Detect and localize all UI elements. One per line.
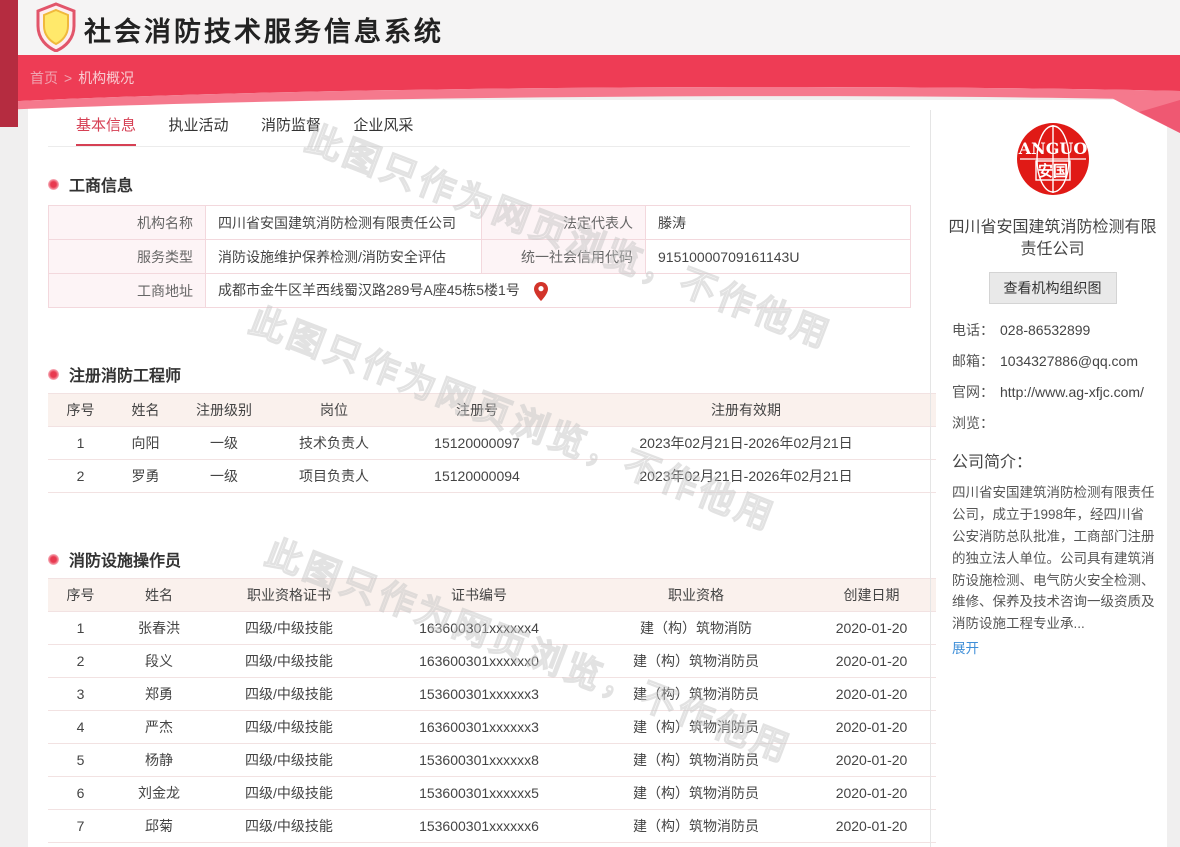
views-value [1000, 413, 1160, 434]
red-dot-icon [48, 369, 59, 380]
svg-text:ANGUO: ANGUO [1017, 139, 1087, 158]
breadcrumb-home-link[interactable]: 首页 [30, 70, 58, 86]
table-header-row: 序号 姓名 职业资格证书 证书编号 职业资格 创建日期 [48, 579, 936, 612]
table-row: 4严杰四级/中级技能163600301xxxxxx3建（构）筑物消防员2020-… [48, 711, 936, 744]
tab-bar: 基本信息 执业活动 消防监督 企业风采 [48, 114, 910, 147]
table-row: 工商地址 成都市金牛区羊西线蜀汉路289号A座45栋5楼1号 [49, 274, 911, 308]
view-org-chart-button[interactable]: 查看机构组织图 [989, 272, 1117, 304]
table-row: 2 罗勇 一级 项目负责人 15120000094 2023年02月21日-20… [48, 460, 936, 493]
email-label: 邮箱： [952, 351, 1000, 372]
table-row: 6刘金龙四级/中级技能153600301xxxxxx5建（构）筑物消防员2020… [48, 777, 936, 810]
org-name-value: 四川省安国建筑消防检测有限责任公司 [206, 206, 482, 240]
credit-code-label: 统一社会信用代码 [482, 240, 646, 274]
red-dot-icon [48, 554, 59, 565]
email-row: 邮箱： 1034327886@qq.com [952, 351, 1165, 372]
views-label: 浏览： [952, 413, 1000, 434]
service-type-value: 消防设施维护保养检测/消防安全评估 [206, 240, 482, 274]
tab-basic-info[interactable]: 基本信息 [76, 114, 136, 146]
table-row: 7邱菊四级/中级技能153600301xxxxxx6建（构）筑物消防员2020-… [48, 810, 936, 843]
table-row: 2段义四级/中级技能163600301xxxxxx0建（构）筑物消防员2020-… [48, 645, 936, 678]
section-title-engineers: 注册消防工程师 [48, 362, 181, 386]
breadcrumb-separator: > [64, 70, 72, 86]
tab-company-showcase[interactable]: 企业风采 [353, 114, 413, 144]
org-name-label: 机构名称 [49, 206, 206, 240]
website-label: 官网： [952, 382, 1000, 403]
phone-label: 电话： [952, 320, 1000, 341]
expand-profile-link[interactable]: 展开 [952, 637, 979, 657]
svg-text:安国: 安国 [1037, 162, 1067, 180]
legal-rep-value: 滕涛 [646, 206, 911, 240]
email-value: 1034327886@qq.com [1000, 351, 1160, 372]
address-label: 工商地址 [49, 274, 206, 308]
company-sidebar: ANGUO 安国 四川省安国建筑消防检测有限责任公司 查看机构组织图 电话： 0… [940, 100, 1165, 658]
breadcrumb-current: 机构概况 [78, 70, 134, 86]
operators-table: 序号 姓名 职业资格证书 证书编号 职业资格 创建日期 1张春洪四级/中级技能1… [48, 578, 936, 843]
website-row: 官网： http://www.ag-xfjc.com/ [952, 382, 1165, 403]
section-title-business-info: 工商信息 [48, 172, 133, 196]
company-profile-text: 四川省安国建筑消防检测有限责任公司，成立于1998年，经四川省公安消防总队批准，… [940, 482, 1155, 635]
anguo-company-logo: ANGUO 安国 [1017, 123, 1089, 195]
table-row: 5杨静四级/中级技能153600301xxxxxx8建（构）筑物消防员2020-… [48, 744, 936, 777]
credit-code-value: 91510000709161143U [646, 240, 911, 274]
page-title: 社会消防技术服务信息系统 [84, 10, 444, 49]
views-row: 浏览： [952, 413, 1165, 434]
table-row: 3郑勇四级/中级技能153600301xxxxxx3建（构）筑物消防员2020-… [48, 678, 936, 711]
tab-fire-supervision[interactable]: 消防监督 [261, 114, 321, 144]
address-value-cell: 成都市金牛区羊西线蜀汉路289号A座45栋5楼1号 [206, 274, 911, 308]
tab-practice-activity[interactable]: 执业活动 [168, 114, 228, 144]
engineers-table: 序号 姓名 注册级别 岗位 注册号 注册有效期 1 向阳 一级 技术负责人 15… [48, 393, 936, 493]
legal-rep-label: 法定代表人 [482, 206, 646, 240]
shield-logo-icon [34, 2, 78, 52]
address-value: 成都市金牛区羊西线蜀汉路289号A座45栋5楼1号 [218, 282, 520, 298]
table-header-row: 序号 姓名 注册级别 岗位 注册号 注册有效期 [48, 394, 936, 427]
phone-row: 电话： 028-86532899 [952, 320, 1165, 341]
left-accent-strip [0, 0, 18, 127]
table-row: 1 向阳 一级 技术负责人 15120000097 2023年02月21日-20… [48, 427, 936, 460]
business-info-table: 机构名称 四川省安国建筑消防检测有限责任公司 法定代表人 滕涛 服务类型 消防设… [48, 205, 911, 308]
red-dot-icon [48, 179, 59, 190]
table-row: 机构名称 四川省安国建筑消防检测有限责任公司 法定代表人 滕涛 [49, 206, 911, 240]
breadcrumb: 首页 > 机构概况 [30, 68, 134, 88]
app-header: 社会消防技术服务信息系统 [0, 0, 1180, 55]
section-title-operators: 消防设施操作员 [48, 547, 181, 571]
contact-info-list: 电话： 028-86532899 邮箱： 1034327886@qq.com 官… [940, 320, 1165, 434]
website-link[interactable]: http://www.ag-xfjc.com/ [1000, 382, 1160, 403]
service-type-label: 服务类型 [49, 240, 206, 274]
content-sidebar-divider [930, 110, 931, 847]
phone-value: 028-86532899 [1000, 320, 1160, 341]
map-pin-icon[interactable] [534, 282, 548, 301]
company-profile-title: 公司简介： [940, 448, 1165, 472]
sidebar-company-name: 四川省安国建筑消防检测有限责任公司 [940, 217, 1165, 260]
table-row: 1张春洪四级/中级技能163600301xxxxxx4建（构）筑物消防2020-… [48, 612, 936, 645]
table-row: 服务类型 消防设施维护保养检测/消防安全评估 统一社会信用代码 91510000… [49, 240, 911, 274]
